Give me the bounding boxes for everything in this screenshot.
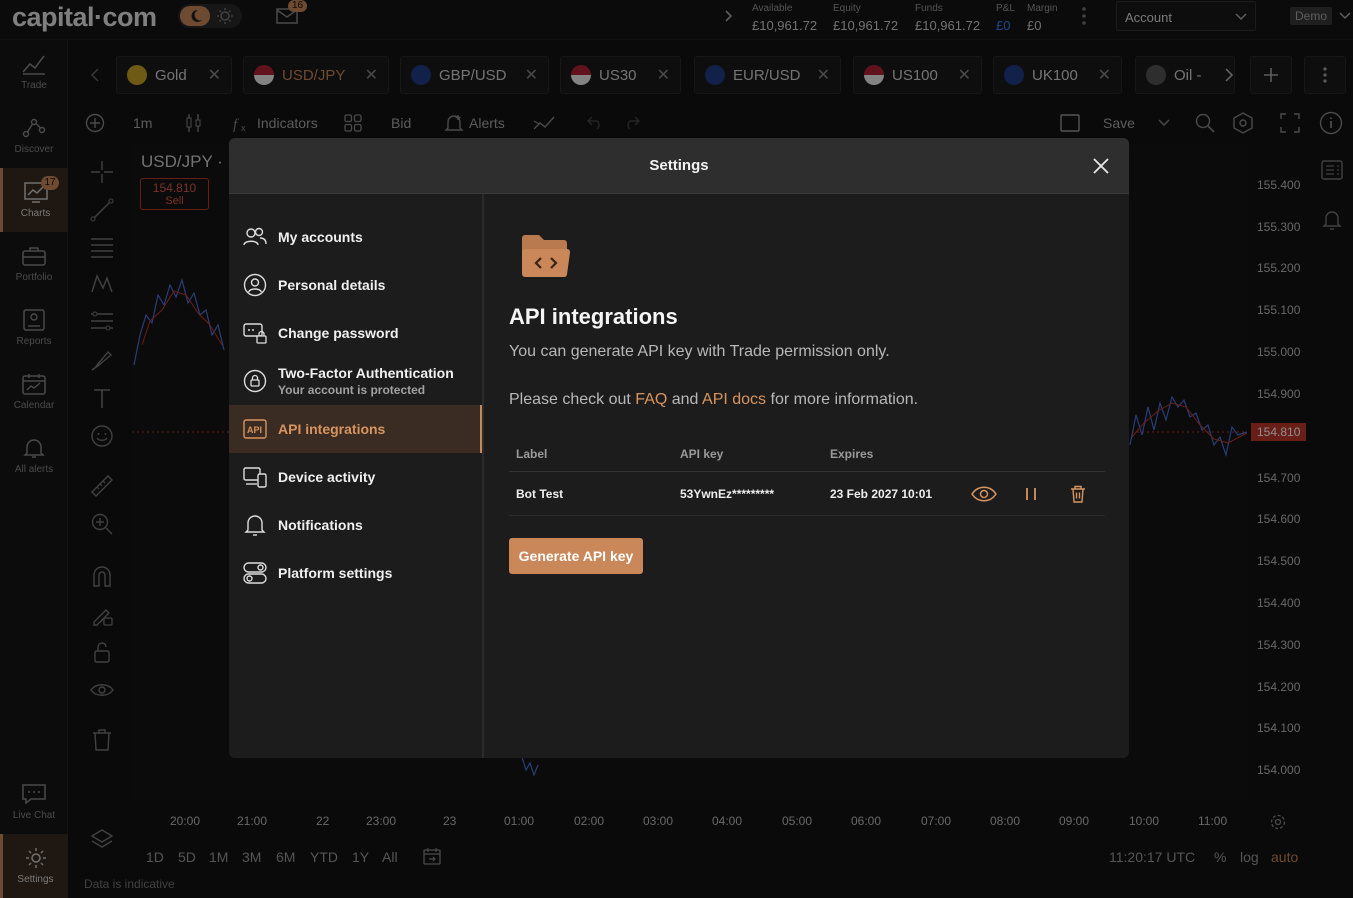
menu-item-two-factor[interactable]: Two-Factor Authentication Your account is… <box>229 357 482 405</box>
settings-dialog: Settings My accounts Personal details Ch… <box>229 138 1129 758</box>
faq-link[interactable]: FAQ <box>635 391 667 408</box>
generate-api-key-button[interactable]: Generate API key <box>509 538 643 574</box>
table-divider <box>509 471 1105 472</box>
column-header-api-key: API key <box>680 447 724 461</box>
svg-text:API: API <box>247 425 262 435</box>
code-folder-icon <box>522 235 571 278</box>
devices-icon <box>243 467 267 488</box>
settings-menu: My accounts Personal details Change pass… <box>229 194 484 758</box>
menu-item-change-password[interactable]: Change password <box>229 309 482 357</box>
column-header-label: Label <box>516 447 548 461</box>
eye-icon[interactable] <box>971 486 997 502</box>
user-circle-icon <box>243 273 267 297</box>
menu-item-notifications[interactable]: Notifications <box>229 501 482 549</box>
api-info-text: Please check out FAQ and API docs for mo… <box>509 391 919 408</box>
api-key-expires: 23 Feb 2027 10:01 <box>830 487 933 501</box>
two-factor-status: Your account is protected <box>278 383 426 397</box>
bell-icon <box>244 515 266 536</box>
settings-header: Settings <box>229 138 1129 194</box>
table-row: Bot Test 53YwnEz********* 23 Feb 2027 10… <box>509 477 1105 511</box>
api-key-value: 53YwnEz********* <box>680 487 775 501</box>
toggles-icon <box>243 562 267 584</box>
shield-lock-icon <box>243 369 267 393</box>
settings-title: Settings <box>649 157 709 174</box>
close-settings-button[interactable] <box>1091 156 1111 176</box>
menu-item-api-integrations[interactable]: API API integrations <box>229 405 482 453</box>
users-icon <box>243 227 267 246</box>
api-key-label: Bot Test <box>516 487 564 501</box>
password-icon <box>243 323 267 344</box>
menu-item-device-activity[interactable]: Device activity <box>229 453 482 501</box>
menu-item-platform-settings[interactable]: Platform settings <box>229 549 482 597</box>
menu-item-personal-details[interactable]: Personal details <box>229 261 482 309</box>
pause-icon[interactable] <box>1024 487 1038 501</box>
trash-icon[interactable] <box>1070 485 1086 503</box>
api-docs-link[interactable]: API docs <box>702 391 766 408</box>
api-description: You can generate API key with Trade perm… <box>509 343 890 360</box>
api-icon: API <box>243 419 267 439</box>
close-icon <box>1093 158 1109 174</box>
api-heading: API integrations <box>509 304 678 329</box>
menu-item-my-accounts[interactable]: My accounts <box>229 213 482 261</box>
table-divider <box>509 515 1105 516</box>
api-integrations-panel: API integrations You can generate API ke… <box>509 194 1109 758</box>
column-header-expires: Expires <box>830 447 874 461</box>
